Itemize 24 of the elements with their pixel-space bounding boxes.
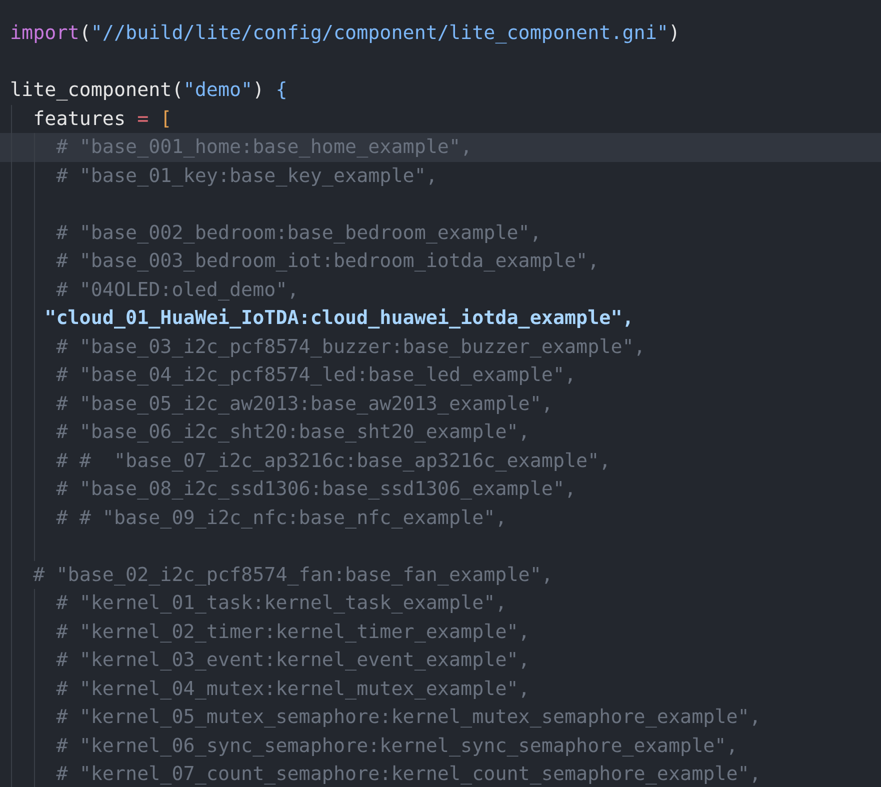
code-line: # # "base_09_i2c_nfc:base_nfc_example",	[56, 504, 507, 530]
code-line: # "kernel_02_timer:kernel_timer_example",	[56, 618, 530, 644]
code-line: # # "base_07_i2c_ap3216c:base_ap3216c_example",	[56, 448, 611, 474]
code-line: # "base_003_bedroom_iot:bedroom_iotda_example",	[56, 248, 600, 274]
code-line: # "kernel_07_count_semaphore:kernel_count_semaphore_example",	[56, 761, 761, 787]
code-line: # "base_02_i2c_pcf8574_fan:base_fan_example",	[33, 562, 553, 588]
code-line: # "base_03_i2c_pcf8574_buzzer:base_buzzer_example",	[56, 334, 646, 360]
code-line: # "base_002_bedroom:base_bedroom_example",	[56, 220, 542, 246]
code-line: import("//build/lite/config/component/lite_component.gni")	[10, 20, 680, 46]
code-line: # "kernel_05_mutex_semaphore:kernel_mutex_semaphore_example",	[56, 704, 761, 730]
code-line: # "04OLED:oled_demo",	[56, 276, 299, 302]
code-line: "cloud_01_HuaWei_IoTDA:cloud_huawei_iotda_example",	[44, 305, 634, 331]
code-line: features = [	[33, 106, 172, 132]
code-line: # "base_01_key:base_key_example",	[56, 162, 438, 188]
code-line: # "base_06_i2c_sht20:base_sht20_example",	[56, 419, 530, 445]
code-line: # "base_04_i2c_pcf8574_led:base_led_example",	[56, 362, 576, 388]
code-line: # "base_08_i2c_ssd1306:base_ssd1306_example",	[56, 476, 576, 502]
code-line: # "kernel_01_task:kernel_task_example",	[56, 590, 507, 616]
code-line: # "base_05_i2c_aw2013:base_aw2013_example",	[56, 390, 553, 416]
code-line: # "kernel_06_sync_semaphore:kernel_sync_semaphore_example",	[56, 732, 738, 758]
code-line: # "base_001_home:base_home_example",	[56, 134, 472, 160]
code-line: # "kernel_03_event:kernel_event_example",	[56, 647, 530, 673]
code-line: lite_component("demo") {	[10, 77, 288, 103]
code-line: # "kernel_04_mutex:kernel_mutex_example",	[56, 676, 530, 702]
